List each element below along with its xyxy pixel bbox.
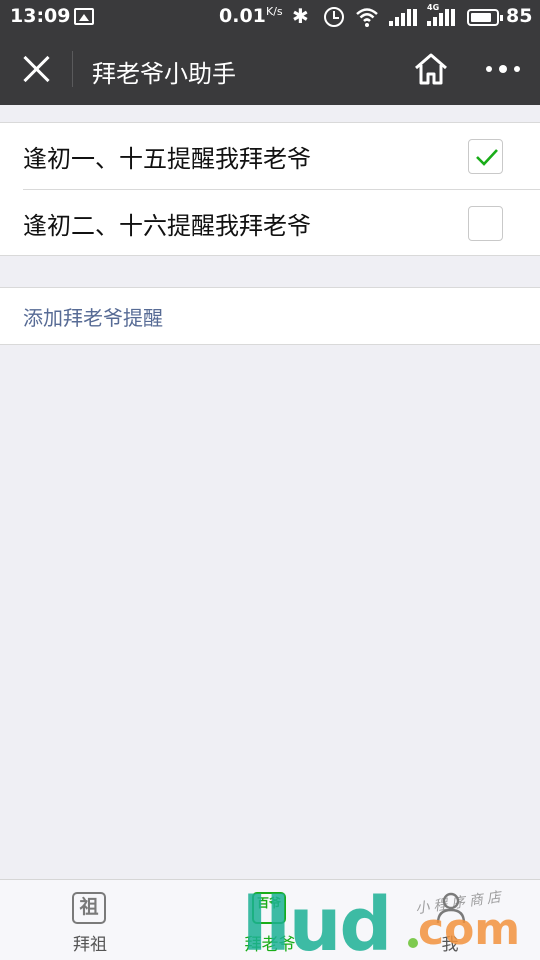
nav-divider (72, 51, 73, 87)
signal-strength-4g-icon (427, 8, 457, 26)
tab-bar: 祖 拜祖 百爷 拜老爷 我 (0, 879, 540, 960)
battery-icon (467, 9, 503, 26)
image-notification-icon (74, 8, 94, 25)
home-icon[interactable] (413, 52, 449, 86)
signal-strength-icon (389, 8, 419, 26)
reminder-list: 逢初一、十五提醒我拜老爷 逢初二、十六提醒我拜老爷 (0, 122, 540, 256)
status-time: 13:09 (10, 5, 71, 27)
ancestor-tablet-icon: 祖 (72, 892, 106, 924)
nav-bar: 拜老爷小助手 (0, 34, 540, 105)
network-speed-unit: K/s (266, 5, 283, 18)
close-icon[interactable] (22, 54, 52, 84)
bluetooth-icon: ✱ (292, 4, 309, 28)
tab-bai-lao-ye[interactable]: 百爷 拜老爷 (180, 880, 360, 960)
tab-label: 拜老爷 (244, 935, 296, 955)
status-bar: 13:09 0.01 K/s ✱ 4G 85 (0, 0, 540, 34)
tab-bai-zu[interactable]: 祖 拜祖 (0, 880, 180, 960)
network-speed: 0.01 (219, 5, 266, 27)
checkmark-icon (476, 149, 498, 166)
reminder-checkbox[interactable] (468, 139, 503, 174)
reminder-label: 逢初二、十六提醒我拜老爷 (23, 212, 311, 240)
more-options-icon[interactable] (486, 64, 522, 76)
reminder-label: 逢初一、十五提醒我拜老爷 (23, 145, 311, 173)
person-icon (436, 892, 466, 924)
tab-me[interactable]: 我 (360, 880, 540, 960)
list-item[interactable]: 逢初一、十五提醒我拜老爷 (0, 123, 540, 190)
reminder-checkbox[interactable] (468, 206, 503, 241)
list-item[interactable]: 逢初二、十六提醒我拜老爷 (0, 190, 540, 256)
deity-tablet-icon: 百爷 (252, 892, 286, 924)
alarm-icon (324, 7, 344, 27)
add-reminder-link[interactable]: 添加拜老爷提醒 (23, 302, 163, 331)
battery-level: 85 (506, 5, 533, 27)
tab-label: 我 (441, 935, 459, 955)
tab-label: 拜祖 (73, 935, 107, 955)
add-reminder-row[interactable]: 添加拜老爷提醒 (0, 287, 540, 345)
wifi-icon (356, 8, 378, 27)
page-title: 拜老爷小助手 (92, 60, 236, 88)
